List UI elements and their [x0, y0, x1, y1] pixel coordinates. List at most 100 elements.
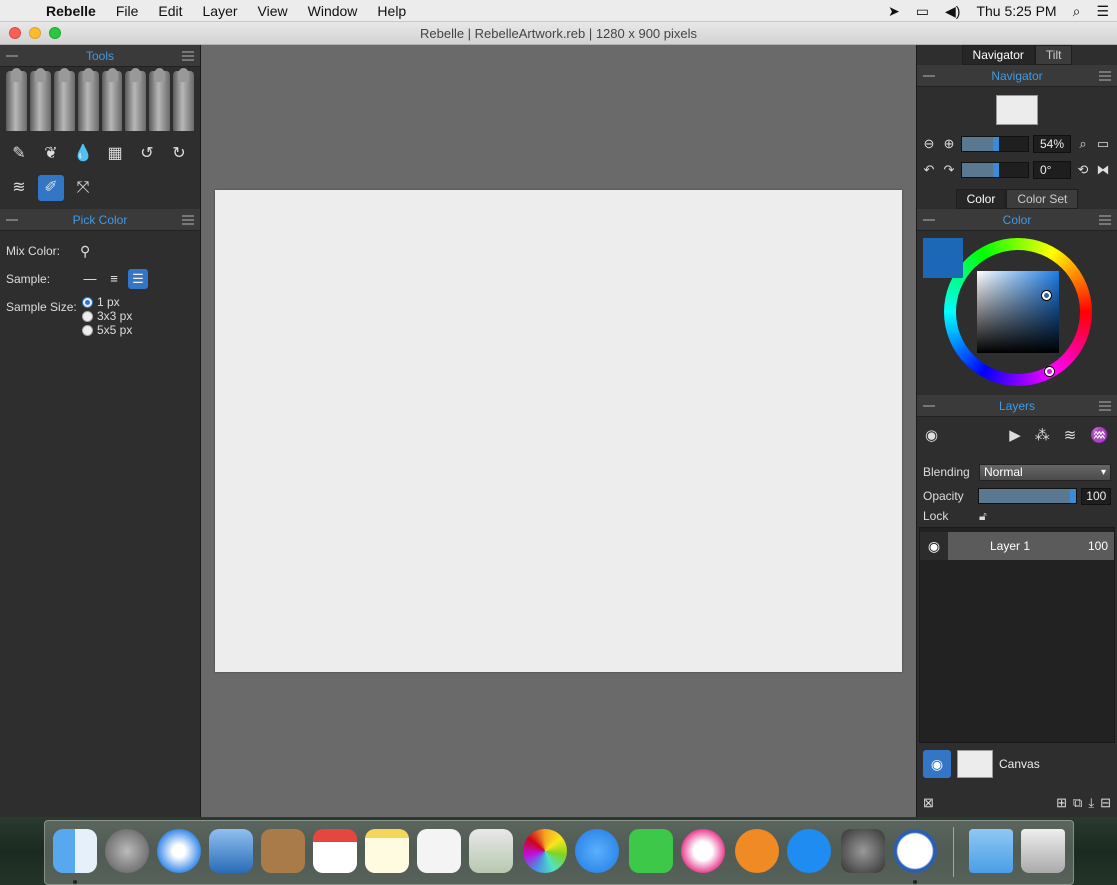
canvas-layer-row[interactable]: ◉ Canvas	[919, 745, 1115, 783]
preview-icon[interactable]	[469, 829, 513, 873]
reminders-icon[interactable]	[417, 829, 461, 873]
safari-icon[interactable]	[157, 829, 201, 873]
delete-layer-icon[interactable]: ⊟	[1100, 795, 1111, 811]
collapse-icon[interactable]	[923, 75, 935, 77]
wacom-icon[interactable]: ➤	[880, 3, 908, 20]
menu-file[interactable]: File	[106, 3, 149, 19]
sample-size-3x3[interactable]: 3x3 px	[82, 309, 132, 323]
itunes-icon[interactable]	[681, 829, 725, 873]
finder-icon[interactable]	[53, 829, 97, 873]
rotate-ccw-icon[interactable]: ↶	[921, 162, 937, 178]
blend-tool-icon[interactable]: ❦	[38, 141, 64, 167]
notes-icon[interactable]	[365, 829, 409, 873]
mix-color-toggle-icon[interactable]: ⚲	[80, 243, 90, 260]
menu-edit[interactable]: Edit	[148, 3, 192, 19]
close-window-button[interactable]	[9, 27, 21, 39]
menu-window[interactable]: Window	[298, 3, 368, 19]
drawing-canvas[interactable]	[215, 190, 902, 672]
opacity-value[interactable]: 100	[1081, 487, 1112, 505]
ibooks-icon[interactable]	[735, 829, 779, 873]
collapse-icon[interactable]	[923, 219, 935, 221]
trash-icon[interactable]	[1021, 829, 1065, 873]
airbrush-icon[interactable]	[125, 68, 147, 131]
transform-tool-icon[interactable]: ⤧	[70, 175, 96, 201]
menu-help[interactable]: Help	[367, 3, 416, 19]
collapse-icon[interactable]	[6, 55, 18, 57]
menu-app-rebelle[interactable]: Rebelle	[36, 3, 106, 19]
contacts-icon[interactable]	[261, 829, 305, 873]
opacity-slider[interactable]	[978, 488, 1078, 504]
duplicate-layer-icon[interactable]: ⧉	[1073, 795, 1082, 811]
layer-visibility-eye-icon[interactable]: ◉	[920, 532, 948, 560]
tab-navigator[interactable]: Navigator	[961, 45, 1035, 65]
merge-down-icon[interactable]: ⤓	[1088, 795, 1094, 811]
zoom-fit-icon[interactable]: ⌕	[1075, 136, 1091, 152]
rotate-cw-icon[interactable]: ↷	[941, 162, 957, 178]
play-icon[interactable]: ▶	[1009, 426, 1021, 444]
zoom-value[interactable]: 54%	[1033, 135, 1071, 153]
lock-icon[interactable]: 🔓︎	[979, 509, 987, 524]
canvas-visibility-eye-icon[interactable]: ◉	[923, 750, 951, 778]
sample-all-layers-button[interactable]: ☰	[128, 269, 148, 289]
app-store-icon[interactable]	[787, 829, 831, 873]
facetime-icon[interactable]	[629, 829, 673, 873]
diffuse-icon[interactable]: ♒	[1090, 426, 1109, 444]
sample-visible-layers-button[interactable]: ≡	[104, 269, 124, 289]
menu-view[interactable]: View	[248, 3, 298, 19]
downloads-folder-icon[interactable]	[969, 829, 1013, 873]
brush-marker-icon[interactable]	[53, 68, 75, 131]
collapse-icon[interactable]	[6, 219, 18, 221]
flip-horizontal-icon[interactable]: ⧓	[1095, 162, 1111, 178]
rotation-value[interactable]: 0°	[1033, 161, 1071, 179]
tab-color[interactable]: Color	[955, 189, 1007, 209]
pick-color-tool-icon[interactable]: ✐	[38, 175, 64, 201]
eraser-icon[interactable]	[173, 68, 194, 131]
navigator-thumbnail[interactable]	[996, 95, 1038, 125]
blending-mode-select[interactable]: Normal	[979, 463, 1111, 481]
spray-icon[interactable]	[149, 68, 171, 131]
clear-layer-icon[interactable]: ⊠	[923, 795, 934, 811]
smudge-tool-icon[interactable]: ✎	[6, 141, 32, 167]
water-drop-icon[interactable]: 💧	[70, 141, 96, 167]
sample-size-5x5[interactable]: 5x5 px	[82, 323, 132, 337]
saturation-value-square[interactable]	[977, 271, 1059, 353]
photos-icon[interactable]	[523, 829, 567, 873]
wet-layer-icon[interactable]: ⁂	[1035, 426, 1050, 444]
volume-icon[interactable]: ◀)	[937, 3, 968, 20]
visibility-tool-icon[interactable]: ◉	[925, 426, 938, 444]
brush-flat-icon[interactable]	[29, 68, 51, 131]
layer-row[interactable]: ◉ Layer 1 100	[920, 532, 1114, 560]
reset-rotation-icon[interactable]: ⟲	[1075, 162, 1091, 178]
pen-nib-icon[interactable]	[101, 68, 123, 131]
sample-size-1px[interactable]: 1 px	[82, 295, 132, 309]
zoom-slider[interactable]	[961, 136, 1029, 152]
current-color-swatch[interactable]	[923, 238, 963, 278]
mail-icon[interactable]	[209, 829, 253, 873]
rotate-left-icon[interactable]: ↺	[134, 141, 160, 167]
minimize-window-button[interactable]	[29, 27, 41, 39]
pencil-icon[interactable]	[77, 68, 99, 131]
spotlight-search-icon[interactable]: ⌕	[1065, 3, 1089, 20]
messages-icon[interactable]	[575, 829, 619, 873]
calendar-icon[interactable]	[313, 829, 357, 873]
zoom-window-button[interactable]	[49, 27, 61, 39]
launchpad-icon[interactable]	[105, 829, 149, 873]
tab-tilt[interactable]: Tilt	[1034, 45, 1073, 65]
rotate-right-icon[interactable]: ↻	[166, 141, 192, 167]
brush-round-icon[interactable]	[6, 68, 27, 131]
dry-layer-icon[interactable]: ≋	[1064, 426, 1077, 444]
system-preferences-icon[interactable]	[841, 829, 885, 873]
zoom-out-icon[interactable]: ⊖	[921, 136, 937, 152]
fit-screen-icon[interactable]: ▭	[1095, 136, 1111, 152]
rebelle-icon[interactable]	[893, 829, 937, 873]
sv-picker-handle[interactable]	[1042, 291, 1051, 300]
rotation-slider[interactable]	[961, 162, 1029, 178]
zoom-in-icon[interactable]: ⊕	[941, 136, 957, 152]
texture-tool-icon[interactable]: ▦	[102, 141, 128, 167]
blow-tool-icon[interactable]: ≋	[6, 175, 32, 201]
panel-menu-icon[interactable]	[182, 215, 194, 225]
hue-picker-handle[interactable]	[1045, 367, 1054, 376]
color-wheel[interactable]	[944, 238, 1092, 386]
notification-center-icon[interactable]: ☰	[1088, 3, 1117, 20]
panel-menu-icon[interactable]	[182, 51, 194, 61]
